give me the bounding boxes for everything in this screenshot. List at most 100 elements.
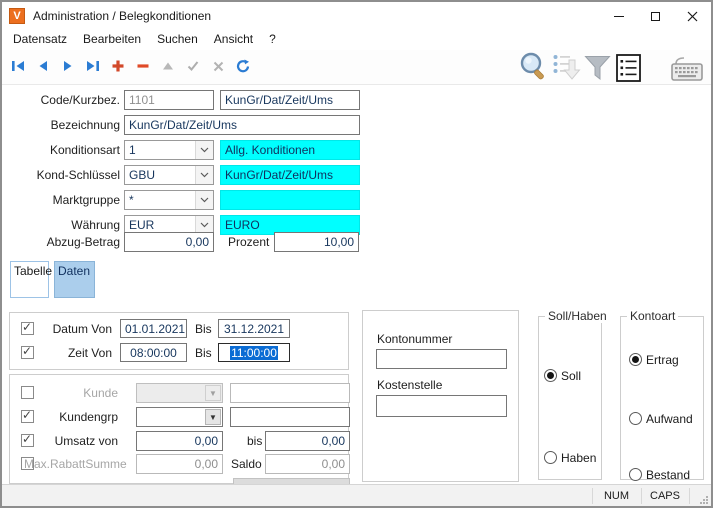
datum-bis-label: Bis: [195, 322, 212, 336]
abzug-betrag-field[interactable]: 0,00: [124, 232, 214, 252]
saldo-field[interactable]: 0,00: [265, 454, 350, 474]
dropdown-arrow-icon: ▼: [205, 409, 221, 425]
plus-icon: [112, 60, 124, 72]
bezeichnung-label: Bezeichnung: [50, 118, 120, 132]
x-icon: [213, 61, 223, 71]
keyboard-icon: [671, 57, 703, 81]
search-icon: [520, 52, 544, 80]
up-arrow-icon: [163, 62, 173, 70]
toolbar: [2, 50, 711, 85]
next-record-icon: [64, 61, 72, 71]
marktgruppe-text: [220, 190, 360, 210]
datum-zeit-groupbox: Datum Von 01.01.2021 Bis 31.12.2021 Zeit…: [9, 312, 349, 370]
datum-von-label: Datum Von: [52, 322, 112, 336]
tab-tabelle[interactable]: Tabelle: [10, 261, 52, 298]
kontonummer-label: Kontonummer: [377, 332, 453, 346]
previous-record-icon: [39, 61, 47, 71]
app-logo-icon: V: [9, 8, 25, 24]
statusbar-separator: [689, 488, 690, 504]
kunde-combo[interactable]: ▼: [136, 383, 223, 403]
zeit-von-field[interactable]: 08:00:00: [120, 343, 187, 362]
kundengrp-name-field[interactable]: [230, 407, 350, 427]
umsatz-bis-label: bis: [247, 434, 263, 448]
kond-schluessel-combo[interactable]: GBU: [124, 165, 214, 185]
kond-schluessel-label: Kond-Schlüssel: [36, 168, 120, 182]
move-up-button[interactable]: [161, 59, 175, 73]
menu-ansicht[interactable]: Ansicht: [206, 30, 261, 50]
umsatz-von-label: Umsatz von: [54, 434, 118, 448]
refresh-button[interactable]: [236, 59, 250, 73]
code-label: Code/Kurzbez.: [40, 93, 120, 107]
window-title: Administration / Belegkonditionen: [33, 9, 212, 23]
radio-haben[interactable]: [544, 451, 557, 464]
radio-aufwand-label: Aufwand: [646, 412, 693, 426]
radio-aufwand[interactable]: [629, 412, 642, 425]
radio-ertrag[interactable]: [629, 353, 642, 366]
kontonummer-input[interactable]: [376, 349, 507, 369]
apply-button[interactable]: [186, 59, 200, 73]
zeit-bis-field[interactable]: 11:00:00: [218, 343, 290, 362]
keyboard-button[interactable]: [670, 55, 704, 82]
delete-record-button[interactable]: [136, 59, 150, 73]
chevron-down-icon: [195, 166, 213, 184]
menubar: Datensatz Bearbeiten Suchen Ansicht ?: [2, 30, 711, 50]
menu-help[interactable]: ?: [261, 30, 284, 50]
kontoart-legend: Kontoart: [627, 309, 679, 323]
kundengrp-label: Kundengrp: [59, 410, 118, 424]
record-navigation-group: [11, 59, 250, 73]
maximize-button[interactable]: [637, 2, 674, 30]
checkbox-zeit[interactable]: [21, 344, 34, 359]
soll-haben-groupbox: Soll/Haben Soll Haben: [538, 309, 610, 480]
first-record-button[interactable]: [11, 59, 25, 73]
prozent-field[interactable]: 10,00: [274, 232, 359, 252]
code-name-field[interactable]: KunGr/Dat/Zeit/Ums: [220, 90, 360, 110]
menu-bearbeiten[interactable]: Bearbeiten: [75, 30, 149, 50]
minus-icon: [137, 64, 149, 68]
checkbox-datum[interactable]: [21, 320, 34, 335]
bezeichnung-field[interactable]: KunGr/Dat/Zeit/Ums: [124, 115, 360, 135]
check-icon: [187, 61, 199, 71]
datum-bis-field[interactable]: 31.12.2021: [218, 319, 290, 338]
zeit-bis-label: Bis: [195, 346, 212, 360]
last-record-button[interactable]: [86, 59, 100, 73]
sort-list-icon: [553, 55, 581, 80]
kunde-name-field[interactable]: [230, 383, 350, 403]
kunde-label: Kunde: [83, 386, 118, 400]
close-button[interactable]: [674, 2, 711, 30]
abzug-betrag-label: Abzug-Betrag: [46, 235, 120, 249]
konditionsart-combo[interactable]: 1: [124, 140, 214, 160]
next-record-button[interactable]: [61, 59, 75, 73]
previous-record-button[interactable]: [36, 59, 50, 73]
statusbar: NUM CAPS: [2, 484, 711, 506]
marktgruppe-combo[interactable]: *: [124, 190, 214, 210]
minimize-icon: [613, 15, 624, 17]
minimize-button[interactable]: [600, 2, 637, 30]
radio-soll[interactable]: [544, 369, 557, 382]
radio-ertrag-label: Ertrag: [646, 353, 679, 367]
menu-datensatz[interactable]: Datensatz: [5, 30, 75, 50]
kostenstelle-input[interactable]: [376, 395, 507, 417]
menu-suchen[interactable]: Suchen: [149, 30, 206, 50]
first-record-icon: [12, 61, 24, 71]
kundengrp-combo[interactable]: ▼: [136, 407, 223, 427]
kunde-umsatz-groupbox: Kunde ▼ Kundengrp ▼ Umsatz von 0,00 bis …: [9, 374, 350, 484]
caps-lock-indicator: CAPS: [650, 490, 680, 502]
rabatt-field[interactable]: 0,00: [136, 454, 223, 474]
search-button[interactable]: [518, 51, 549, 83]
cancel-button[interactable]: [211, 59, 225, 73]
marktgruppe-label: Marktgruppe: [52, 193, 120, 207]
tab-daten[interactable]: Daten: [54, 261, 95, 298]
app-window: V Administration / Belegkonditionen Date…: [0, 0, 713, 508]
list-view-button[interactable]: [616, 54, 641, 82]
umsatz-von-field[interactable]: 0,00: [136, 431, 223, 451]
filter-button[interactable]: [584, 55, 611, 81]
datum-von-field[interactable]: 01.01.2021: [120, 319, 187, 338]
umsatz-bis-field[interactable]: 0,00: [265, 431, 350, 451]
radio-bestand[interactable]: [629, 468, 642, 481]
dropdown-arrow-icon: ▼: [205, 385, 221, 401]
konditionsart-label: Konditionsart: [49, 143, 120, 157]
sort-list-button[interactable]: [552, 53, 582, 82]
add-record-button[interactable]: [111, 59, 125, 73]
resize-grip[interactable]: [700, 496, 709, 505]
code-field[interactable]: 1101: [124, 90, 214, 110]
